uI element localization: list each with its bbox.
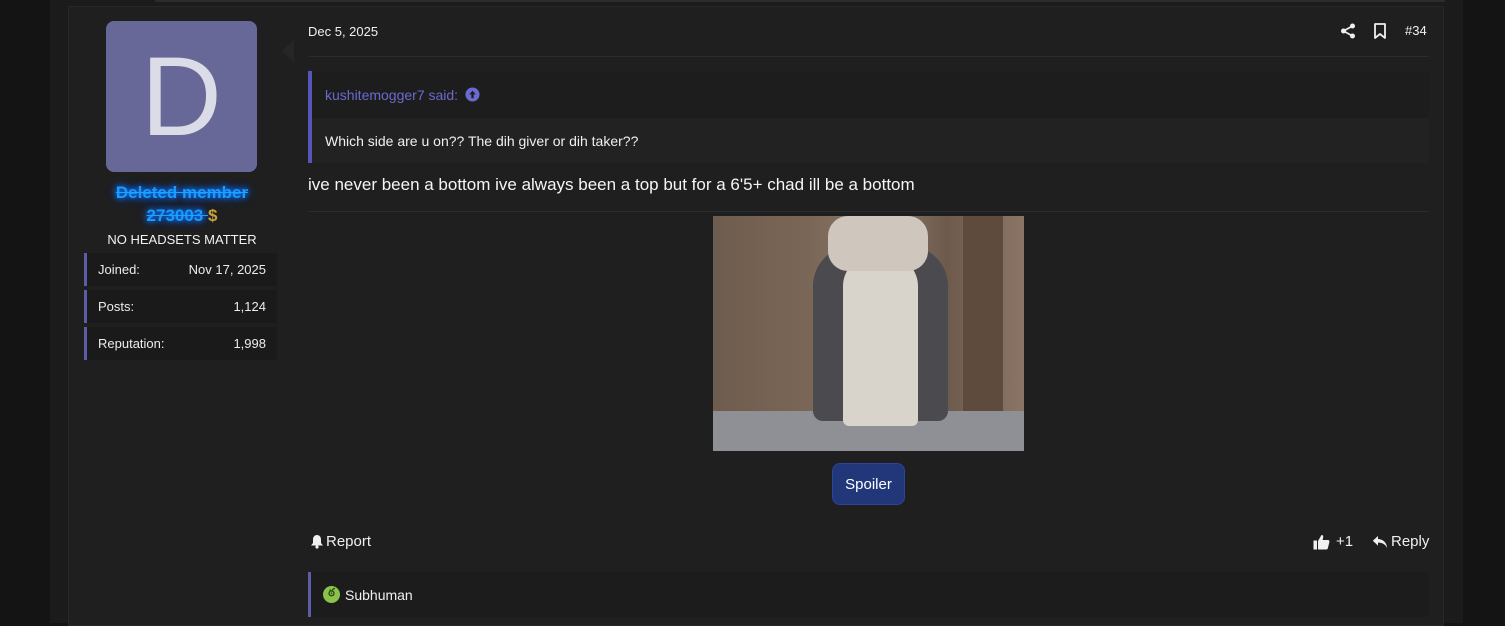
username-line1: Deleted member (115, 183, 249, 202)
quote-block: kushitemogger7 said: Which side are u on… (308, 71, 1429, 163)
like-button[interactable]: +1 (1313, 533, 1353, 550)
gif-shirt (843, 256, 918, 426)
stat-label: Joined: (98, 262, 140, 277)
share-icon[interactable] (1340, 23, 1356, 39)
arrow-up-circle-icon[interactable] (465, 87, 480, 102)
message-arrow (282, 40, 294, 62)
reaction-label[interactable]: Subhuman (345, 587, 413, 603)
reply-button[interactable]: Reply (1372, 533, 1429, 550)
thumbs-up-icon (1313, 534, 1330, 549)
stat-reputation: Reputation: 1,998 (84, 327, 277, 360)
bell-icon (311, 535, 323, 549)
top-divider (155, 0, 1445, 2)
post-date[interactable]: Dec 5, 2025 (308, 24, 378, 39)
post-number-link[interactable]: #34 (1405, 23, 1427, 38)
username-line2: 273003 (146, 206, 204, 225)
gif-arms (828, 216, 928, 271)
message-divider (308, 211, 1429, 212)
dollar-icon: $ (208, 206, 218, 225)
post-message: ive never been a bottom ive always been … (308, 175, 915, 194)
stat-value: 1,124 (233, 299, 266, 314)
gif-door (963, 216, 1003, 426)
sick-face-icon: ఠ (323, 586, 340, 603)
stat-label: Posts: (98, 299, 135, 314)
reply-label: Reply (1391, 533, 1430, 550)
stat-value: 1,998 (233, 336, 266, 351)
bookmark-icon[interactable] (1373, 23, 1387, 39)
stat-joined: Joined: Nov 17, 2025 (84, 253, 277, 286)
like-count: +1 (1336, 533, 1354, 550)
quote-author-link[interactable]: kushitemogger7 said: (325, 87, 458, 103)
reply-icon (1372, 535, 1388, 548)
post-gif-image[interactable] (713, 216, 1024, 451)
report-label: Report (326, 533, 372, 550)
quote-text: Which side are u on?? The dih giver or d… (312, 118, 1429, 163)
header-divider (308, 56, 1429, 57)
stat-posts: Posts: 1,124 (84, 290, 277, 323)
stat-label: Reputation: (98, 336, 165, 351)
spoiler-button[interactable]: Spoiler (832, 463, 905, 505)
avatar-letter: D (141, 33, 222, 159)
avatar[interactable]: D (106, 21, 257, 172)
report-button[interactable]: Report (310, 533, 371, 550)
quote-header: kushitemogger7 said: (312, 71, 1429, 118)
username[interactable]: Deleted member 273003 $ (84, 181, 280, 227)
stat-value: Nov 17, 2025 (188, 262, 266, 277)
reactions-bar[interactable]: ఠ Subhuman (308, 572, 1429, 617)
user-title: NO HEADSETS MATTER (107, 232, 257, 247)
